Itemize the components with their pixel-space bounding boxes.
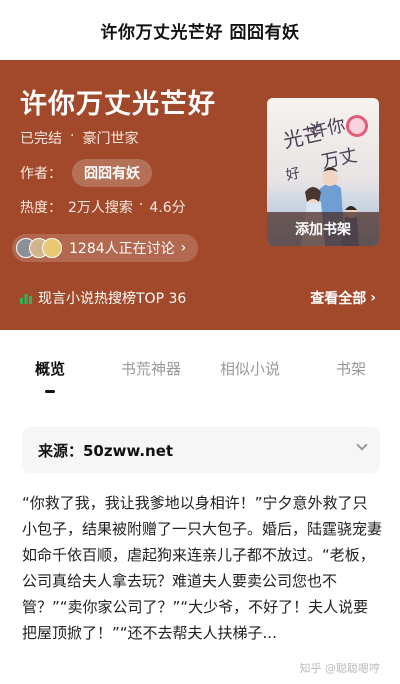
search-count: 2万人搜索 [68, 200, 133, 216]
author-row: 作者： 囧囧有妖 [20, 159, 152, 187]
rating: 4.6分 [149, 200, 186, 216]
tab-similar[interactable]: 相似小说 [220, 358, 280, 379]
rank-text: 现言小说热搜榜TOP 36 [38, 291, 187, 307]
discussion-count: 1284人正在讨论 [69, 241, 175, 257]
heat-row: 热度： 2万人搜索 · 4.6分 [20, 197, 186, 217]
avatar [42, 238, 62, 258]
page-title: 许你万丈光芒好 囧囧有妖 [100, 22, 300, 43]
chevron-down-icon [356, 439, 368, 451]
rank-link[interactable]: 现言小说热搜榜TOP 36 [20, 288, 186, 308]
book-synopsis: “你救了我，我让我爹地以身相许！”宁夕意外救了只小包子，结果被附赠了一只大包子。… [22, 494, 383, 642]
add-to-shelf-button[interactable]: 添加书架 [267, 212, 379, 246]
book-hero: 许你万丈光芒好 已完结 · 豪门世家 作者： 囧囧有妖 热度： 2万人搜索 · … [0, 60, 400, 330]
book-status: 已完结 [20, 131, 62, 147]
tab-overview[interactable]: 概览 [35, 358, 65, 379]
bar-chart-icon [20, 294, 32, 304]
source-selector[interactable]: 来源：50zww.net [22, 427, 380, 473]
view-all-label: 查看全部 [310, 291, 367, 307]
author-label: 作者： [20, 166, 62, 182]
author-link[interactable]: 囧囧有妖 [72, 159, 152, 187]
tab-bar: 概览 书荒神器 相似小说 书架 [0, 330, 400, 402]
meta-dot: · [70, 128, 75, 144]
book-genre[interactable]: 豪门世家 [82, 128, 138, 148]
tab-book-finder[interactable]: 书荒神器 [121, 358, 181, 379]
top-bar: 许你万丈光芒好 囧囧有妖 [0, 0, 400, 60]
chevron-right-icon: › [180, 240, 187, 256]
book-meta: 已完结 · 豪门世家 [20, 128, 138, 148]
heat-label: 热度： [20, 200, 62, 216]
discussion-button[interactable]: 1284人正在讨论 › [12, 234, 199, 262]
meta-dot: · [138, 197, 144, 213]
rank-row: 现言小说热搜榜TOP 36 查看全部 › [0, 278, 400, 318]
chevron-right-icon: › [370, 290, 376, 306]
watermark: 知乎 @聪聪嗯哼 [299, 662, 381, 675]
tab-bookshelf[interactable]: 书架 [336, 358, 366, 379]
view-all-button[interactable]: 查看全部 › [310, 288, 376, 308]
tab-indicator [45, 390, 55, 393]
book-title: 许你万丈光芒好 [20, 89, 216, 120]
source-label: 来源：50zww.net [38, 441, 174, 460]
avatar-group [16, 238, 62, 258]
